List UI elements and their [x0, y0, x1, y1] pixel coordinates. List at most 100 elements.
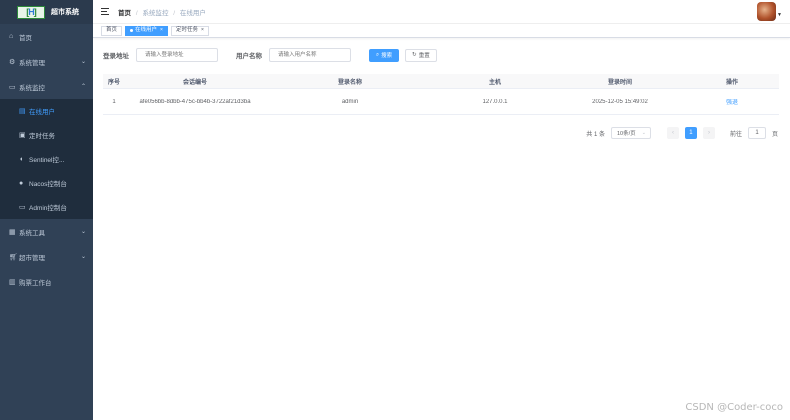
- caret-down-icon[interactable]: ▼: [777, 12, 782, 18]
- cell-actions: 强退: [685, 97, 779, 106]
- cell-login-time: 2025-12-05 15:49:02: [592, 98, 648, 105]
- login-address-input[interactable]: [136, 48, 218, 62]
- search-icon: ⌕: [376, 51, 380, 58]
- table-row: 1 afe056bb-8dbb-475c-bb4b-3722af21d3ba a…: [103, 89, 779, 115]
- breadcrumb-current: 在线用户: [179, 9, 206, 17]
- breadcrumb-home[interactable]: 首页: [118, 10, 131, 17]
- chevron-down-icon: ⌄: [641, 130, 646, 136]
- goto-page-input[interactable]: 1: [747, 127, 766, 139]
- tool-icon: ▦: [9, 228, 16, 236]
- pagination: 共 1 条 10条/页 ⌄ ‹ 1 › 前往 1 页: [586, 127, 778, 139]
- page-number-button[interactable]: 1: [684, 127, 697, 139]
- username-input[interactable]: [269, 48, 351, 62]
- page-size-value: 10条/页: [616, 131, 636, 137]
- avatar[interactable]: [757, 2, 776, 21]
- breadcrumb: 首页 / 系统监控 / 在线用户: [118, 7, 206, 17]
- sidebar-item-home[interactable]: ⌂ 首页: [0, 24, 93, 49]
- cart-icon: 🛒︎: [9, 253, 18, 261]
- tag-home[interactable]: 首页: [101, 25, 123, 36]
- reset-button[interactable]: ↻ 重置: [405, 48, 437, 62]
- column-header-host: 主机: [488, 79, 501, 86]
- sidebar-item-scheduled-tasks[interactable]: ▣ 定时任务: [0, 123, 93, 147]
- sidebar-item-label: 系统工具: [19, 229, 45, 237]
- hamburger-icon[interactable]: [101, 8, 109, 15]
- sidebar-item-system-monitor[interactable]: ▭ 系统监控 ⌃: [0, 74, 93, 99]
- column-header-username: 登录名称: [337, 79, 362, 86]
- gear-icon: ⚙: [9, 58, 16, 66]
- column-header-token: 会话编号: [182, 79, 207, 86]
- sidebar-item-admin[interactable]: ▭ Admin控制台: [0, 195, 93, 219]
- next-page-button[interactable]: ›: [702, 127, 715, 139]
- chevron-down-icon: ⌄: [80, 254, 86, 260]
- chevron-down-icon: ⌄: [80, 229, 86, 235]
- sidebar-item-label: Sentinel控...: [29, 157, 65, 164]
- cell-username: admin: [341, 98, 359, 105]
- chevron-down-icon: ⌄: [80, 59, 86, 65]
- page-size-select[interactable]: 10条/页 ⌄: [610, 127, 651, 139]
- admin-icon: ▭: [19, 204, 26, 211]
- sidebar-item-nacos[interactable]: ● Nacos控制台: [0, 171, 93, 195]
- sidebar-item-label: 系统监控: [19, 84, 45, 92]
- goto-label: 前往: [729, 131, 742, 138]
- sidebar-item-sentinel[interactable]: ◖ Sentinel控...: [0, 147, 93, 171]
- breadcrumb-parent: 系统监控: [142, 9, 169, 17]
- cell-host: 127.0.0.1: [482, 98, 508, 105]
- ticket-icon: ▥: [9, 278, 16, 286]
- username-label: 用户名称: [236, 53, 262, 60]
- sidebar-item-supermarket[interactable]: 🛒︎ 超市管理 ⌄: [0, 244, 93, 269]
- sidebar-item-label: 在线用户: [29, 109, 55, 116]
- breadcrumb-separator: /: [135, 9, 138, 17]
- sidebar: [H] 超市系统 ⌂ 首页 ⚙ 系统管理 ⌄ ▭ 系统监控 ⌃ ▤ 在线用户 ▣…: [0, 0, 93, 420]
- timer-icon: ▣: [19, 132, 26, 139]
- tag-scheduled-tasks[interactable]: 定时任务 ×: [170, 25, 209, 36]
- online-user-icon: ▤: [19, 108, 26, 115]
- nacos-icon: ●: [19, 179, 24, 187]
- logo[interactable]: [H] 超市系统: [0, 0, 93, 24]
- logo-mark: [H]: [17, 5, 45, 19]
- column-header-login-time: 登录时间: [607, 79, 632, 86]
- search-button[interactable]: ⌕ 搜索: [369, 48, 400, 62]
- sidebar-item-online-users[interactable]: ▤ 在线用户: [0, 99, 93, 123]
- watermark: CSDN @Coder-coco: [685, 402, 783, 413]
- sidebar-item-label: Admin控制台: [29, 205, 67, 212]
- navbar: 首页 / 系统监控 / 在线用户 ▼: [93, 0, 790, 24]
- tag-online-users[interactable]: 在线用户 ×: [125, 25, 168, 36]
- pagination-total: 共 1 条: [586, 131, 605, 138]
- sidebar-item-label: 首页: [19, 34, 32, 42]
- force-logout-button[interactable]: 强退: [726, 100, 738, 106]
- cell-index: 1: [112, 98, 116, 105]
- close-icon[interactable]: ×: [201, 26, 204, 35]
- tags-view: 首页 在线用户 × 定时任务 ×: [93, 24, 790, 38]
- chevron-up-icon: ⌃: [80, 84, 86, 90]
- breadcrumb-separator: /: [173, 9, 176, 17]
- app-title: 超市系统: [51, 9, 79, 16]
- prev-page-button[interactable]: ‹: [666, 127, 679, 139]
- column-header-index: 序号: [107, 79, 120, 86]
- search-form: 登录地址 用户名称 ⌕ 搜索 ↻ 重置: [103, 48, 437, 62]
- sidebar-item-label: 超市管理: [19, 254, 45, 262]
- page-suffix-label: 页: [771, 131, 778, 138]
- monitor-icon: ▭: [9, 83, 16, 91]
- table-header: 序号 会话编号 登录名称 主机 登录时间 操作: [103, 74, 779, 89]
- column-header-actions: 操作: [725, 79, 738, 86]
- active-dot-icon: [130, 29, 134, 32]
- sidebar-item-ticket-desk[interactable]: ▥ 购票工作台: [0, 269, 93, 294]
- sidebar-item-system-tools[interactable]: ▦ 系统工具 ⌄: [0, 219, 93, 244]
- cell-token: afe056bb-8dbb-475c-bb4b-3722af21d3ba: [139, 98, 251, 105]
- tag-label: 首页: [106, 27, 118, 33]
- online-users-table: 序号 会话编号 登录名称 主机 登录时间 操作 1 afe056bb-8dbb-…: [103, 74, 779, 115]
- tag-label: 定时任务: [175, 27, 198, 33]
- sidebar-item-label: 系统管理: [19, 59, 45, 67]
- sidebar-submenu-monitor: ▤ 在线用户 ▣ 定时任务 ◖ Sentinel控... ● Nacos控制台 …: [0, 99, 93, 219]
- sentinel-icon: ◖: [19, 155, 24, 163]
- close-icon[interactable]: ×: [160, 26, 163, 35]
- dashboard-icon: ⌂: [9, 33, 14, 40]
- sidebar-item-label: Nacos控制台: [29, 181, 67, 188]
- login-address-label: 登录地址: [103, 53, 129, 60]
- reset-button-label: 重置: [418, 53, 430, 59]
- refresh-icon: ↻: [412, 52, 417, 58]
- sidebar-item-system-management[interactable]: ⚙ 系统管理 ⌄: [0, 49, 93, 74]
- sidebar-item-label: 定时任务: [29, 133, 55, 140]
- search-button-label: 搜索: [381, 53, 393, 59]
- sidebar-item-label: 购票工作台: [19, 279, 52, 287]
